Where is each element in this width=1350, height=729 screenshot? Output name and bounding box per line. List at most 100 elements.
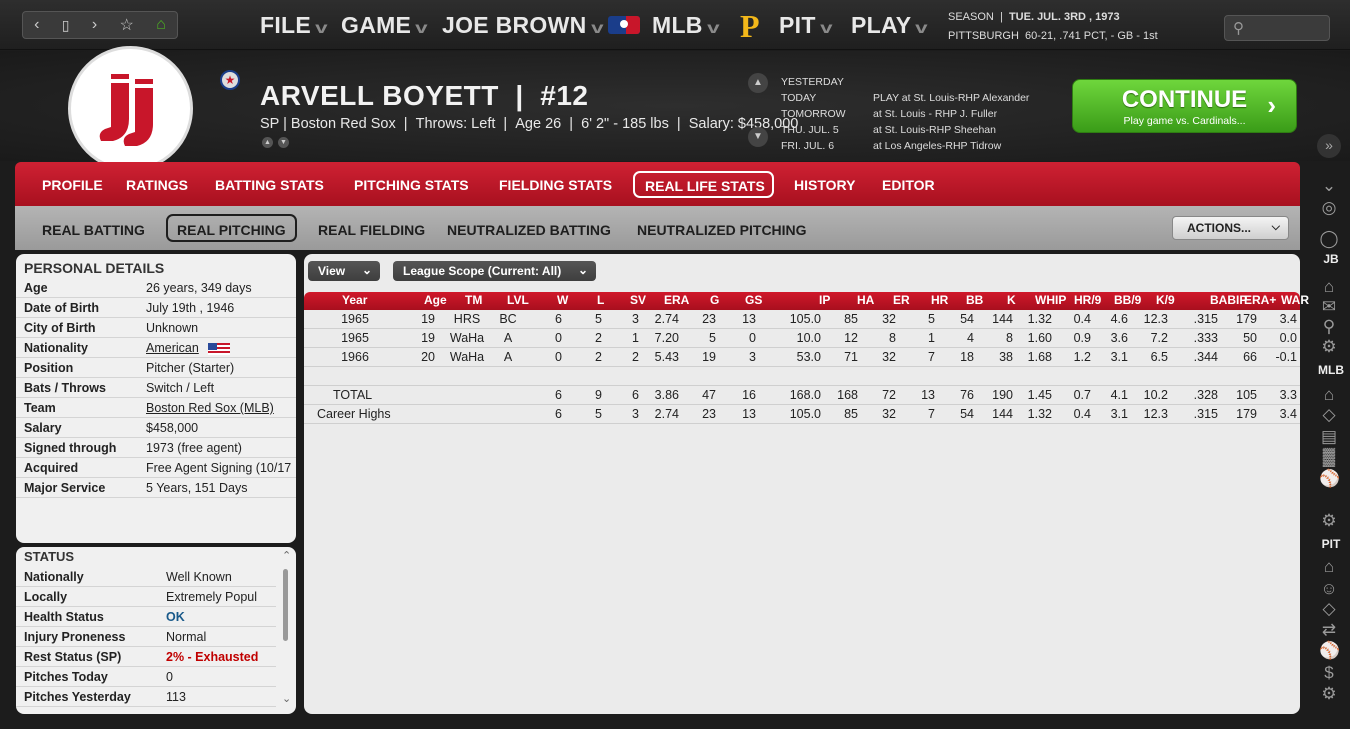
column-header[interactable]: GS <box>745 293 762 307</box>
column-header[interactable]: WAR <box>1281 293 1309 307</box>
column-header[interactable]: LVL <box>507 293 529 307</box>
gear-icon[interactable]: ⚙ <box>1319 684 1339 704</box>
column-header[interactable]: Age <box>424 293 447 307</box>
column-header[interactable]: L <box>597 293 604 307</box>
table-cell: 0 <box>749 331 756 345</box>
home-icon[interactable]: ⌂ <box>1319 277 1339 297</box>
menu-joe-brown[interactable]: JOE BROWN v <box>442 12 603 39</box>
device-icon[interactable]: ▯ <box>62 17 70 34</box>
people-icon[interactable]: ☺ <box>1319 579 1339 599</box>
continue-button[interactable]: CONTINUE Play game vs. Cardinals... › <box>1072 79 1297 133</box>
tab-batting-stats[interactable]: BATTING STATS <box>215 177 324 193</box>
dollar-icon[interactable]: $ <box>1319 663 1339 683</box>
menu-game[interactable]: GAME v <box>341 12 428 39</box>
tab-fielding-stats[interactable]: FIELDING STATS <box>499 177 612 193</box>
baseball-diamond-icon[interactable]: ◇ <box>1319 599 1339 619</box>
trade-icon[interactable]: ⇄ <box>1319 620 1339 640</box>
column-header[interactable]: SV <box>630 293 646 307</box>
view-dropdown[interactable]: View ⌄ <box>308 261 380 281</box>
tab-history[interactable]: HISTORY <box>794 177 855 193</box>
schedule-game[interactable]: at Los Angeles-RHP Tidrow <box>873 138 1029 154</box>
scroll-down-icon[interactable]: ⌄ <box>282 692 291 705</box>
column-header[interactable]: BABIP <box>1210 293 1247 307</box>
next-player-icon[interactable]: ▼ <box>278 137 289 148</box>
lightbulb-icon[interactable]: ◯ <box>1319 229 1339 249</box>
column-header[interactable]: Year <box>342 293 367 307</box>
home-icon[interactable]: ⌂ <box>1319 385 1339 405</box>
column-header[interactable]: K <box>1007 293 1016 307</box>
tab-pitching-stats[interactable]: PITCHING STATS <box>354 177 469 193</box>
tab-real-life-stats[interactable]: REAL LIFE STATS <box>633 171 774 198</box>
chart-icon[interactable]: ▓ <box>1319 447 1339 467</box>
detail-label: Nationality <box>24 341 88 355</box>
player-throws: Throws: Left <box>415 116 496 132</box>
tab-profile[interactable]: PROFILE <box>42 177 103 193</box>
baseball-icon[interactable]: ⚾ <box>1319 641 1340 661</box>
gear-icon[interactable]: ⚙ <box>1319 337 1339 357</box>
column-header[interactable]: IP <box>819 293 830 307</box>
schedule-game[interactable]: at St. Louis-RHP Sheehan <box>873 122 1029 138</box>
mail-icon[interactable]: ✉ <box>1319 297 1339 317</box>
schedule-down-icon[interactable]: ▼ <box>748 127 768 147</box>
mlb-logo-icon <box>608 16 640 34</box>
prev-player-icon[interactable]: ▲ <box>262 137 273 148</box>
schedule-game[interactable]: PLAY at St. Louis-RHP Alexander <box>873 90 1029 106</box>
detail-value[interactable]: Boston Red Sox (MLB) <box>146 401 274 415</box>
column-header[interactable]: HA <box>857 293 874 307</box>
detail-label: City of Birth <box>24 321 96 335</box>
roster-icon[interactable]: ▤ <box>1319 427 1339 447</box>
column-header[interactable]: ERA <box>664 293 689 307</box>
baseball-icon[interactable]: ⚾ <box>1319 469 1340 489</box>
search-input[interactable]: ⚲ <box>1224 15 1330 41</box>
detail-value[interactable]: American <box>146 341 199 355</box>
expand-sidebar-icon[interactable]: » <box>1317 134 1341 158</box>
column-header[interactable]: HR <box>931 293 948 307</box>
continue-sublabel: Play game vs. Cardinals... <box>1123 115 1246 127</box>
baseball-diamond-icon[interactable]: ◇ <box>1319 405 1339 425</box>
column-header[interactable]: W <box>557 293 568 307</box>
detail-value: 1973 (free agent) <box>146 441 242 455</box>
scroll-up-icon[interactable]: ⌃ <box>282 549 291 562</box>
column-header[interactable]: WHIP <box>1035 293 1066 307</box>
column-header[interactable]: BB <box>966 293 983 307</box>
subtab-neutralized-batting[interactable]: NEUTRALIZED BATTING <box>447 222 611 238</box>
status-label: Nationally <box>24 570 84 584</box>
column-header[interactable]: TM <box>465 293 482 307</box>
league-scope-dropdown[interactable]: League Scope (Current: All) ⌄ <box>393 261 596 281</box>
detail-row: Date of Birth July 19th , 1946 <box>16 298 296 318</box>
menu-pit[interactable]: PIT v <box>779 12 832 39</box>
home-icon[interactable]: ⌂ <box>1319 557 1339 577</box>
tab-editor[interactable]: EDITOR <box>882 177 935 193</box>
column-header[interactable]: ERA+ <box>1244 293 1276 307</box>
column-header[interactable]: K/9 <box>1156 293 1175 307</box>
league-scope-label: League Scope (Current: All) <box>403 264 562 278</box>
tab-ratings[interactable]: RATINGS <box>126 177 188 193</box>
schedule-game[interactable]: at St. Louis - RHP J. Fuller <box>873 106 1029 122</box>
scrollbar-thumb[interactable] <box>283 569 288 641</box>
personal-details-panel: PERSONAL DETAILS Age 26 years, 349 days Da… <box>16 254 296 543</box>
back-arrow-icon[interactable]: ‹ <box>34 16 39 34</box>
subtab-real-fielding[interactable]: REAL FIELDING <box>318 222 425 238</box>
star-icon[interactable]: ☆ <box>119 15 133 35</box>
column-header[interactable]: HR/9 <box>1074 293 1101 307</box>
subtab-neutralized-pitching[interactable]: NEUTRALIZED PITCHING <box>637 222 807 238</box>
career-row: Career Highs 6 5 3 2.74 23 13 105.0 85 32 7 54 144 1.… <box>304 405 1300 424</box>
subtab-real-pitching[interactable]: REAL PITCHING <box>166 214 297 242</box>
menu-file[interactable]: FILE v <box>260 12 328 39</box>
column-header[interactable]: ER <box>893 293 910 307</box>
status-row: Nationally Well Known <box>16 567 276 587</box>
search-icon[interactable]: ⚲ <box>1319 317 1339 337</box>
gear-icon[interactable]: ⚙ <box>1319 511 1339 531</box>
column-header[interactable]: BB/9 <box>1114 293 1141 307</box>
menu-mlb[interactable]: MLB v <box>652 12 719 39</box>
forward-arrow-icon[interactable]: › <box>92 16 97 34</box>
table-cell: 3.3 <box>1279 388 1297 402</box>
schedule-up-icon[interactable]: ▲ <box>748 73 768 93</box>
home-icon[interactable]: ⌂ <box>156 16 166 34</box>
globe-icon[interactable]: ◎ <box>1319 198 1339 218</box>
chevron-down-icon[interactable]: ⌄ <box>1319 176 1339 196</box>
column-header[interactable]: G <box>710 293 719 307</box>
subtab-real-batting[interactable]: REAL BATTING <box>42 222 145 238</box>
menu-play[interactable]: PLAY v <box>851 12 928 39</box>
actions-dropdown[interactable]: ACTIONS... ⌵ <box>1172 216 1289 240</box>
